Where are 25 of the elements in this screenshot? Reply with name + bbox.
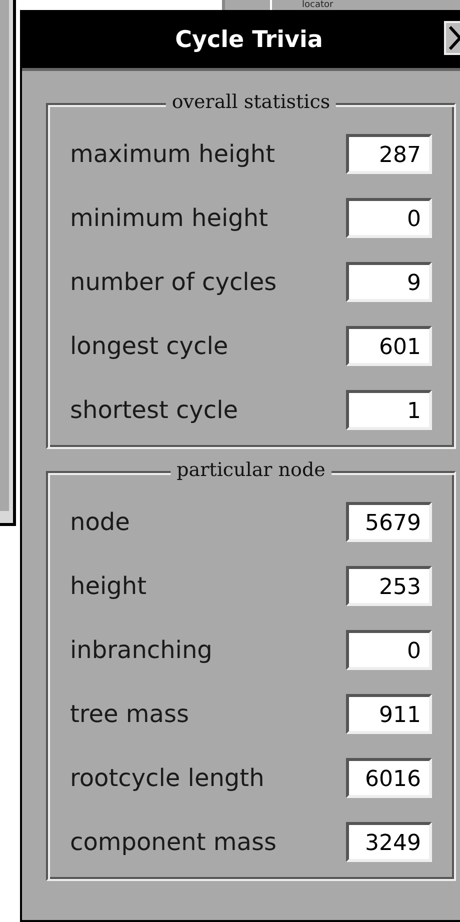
- value-field[interactable]: 0: [346, 198, 432, 238]
- group-title: particular node: [170, 459, 332, 481]
- field-label: height: [70, 572, 146, 600]
- field-label: tree mass: [70, 700, 190, 728]
- value-field[interactable]: 5679: [346, 502, 432, 542]
- close-button[interactable]: [444, 21, 460, 55]
- value-field[interactable]: 1: [346, 390, 432, 430]
- value-field[interactable]: 6016: [346, 758, 432, 798]
- field-label: number of cycles: [70, 268, 277, 296]
- value-field[interactable]: 911: [346, 694, 432, 734]
- value-field[interactable]: 9: [346, 262, 432, 302]
- field-label: rootcycle length: [70, 764, 264, 792]
- field-label: inbranching: [70, 636, 212, 664]
- value-field[interactable]: 601: [346, 326, 432, 366]
- field-label: component mass: [70, 828, 276, 856]
- field-label: shortest cycle: [70, 396, 238, 424]
- field-label: minimum height: [70, 204, 268, 232]
- window-title: Cycle Trivia: [175, 27, 323, 53]
- value-field[interactable]: 3249: [346, 822, 432, 862]
- value-field[interactable]: 253: [346, 566, 432, 606]
- value-field[interactable]: 287: [346, 134, 432, 174]
- field-label: node: [70, 508, 130, 536]
- field-label: longest cycle: [70, 332, 228, 360]
- field-label: maximum height: [70, 140, 276, 168]
- value-field[interactable]: 0: [346, 630, 432, 670]
